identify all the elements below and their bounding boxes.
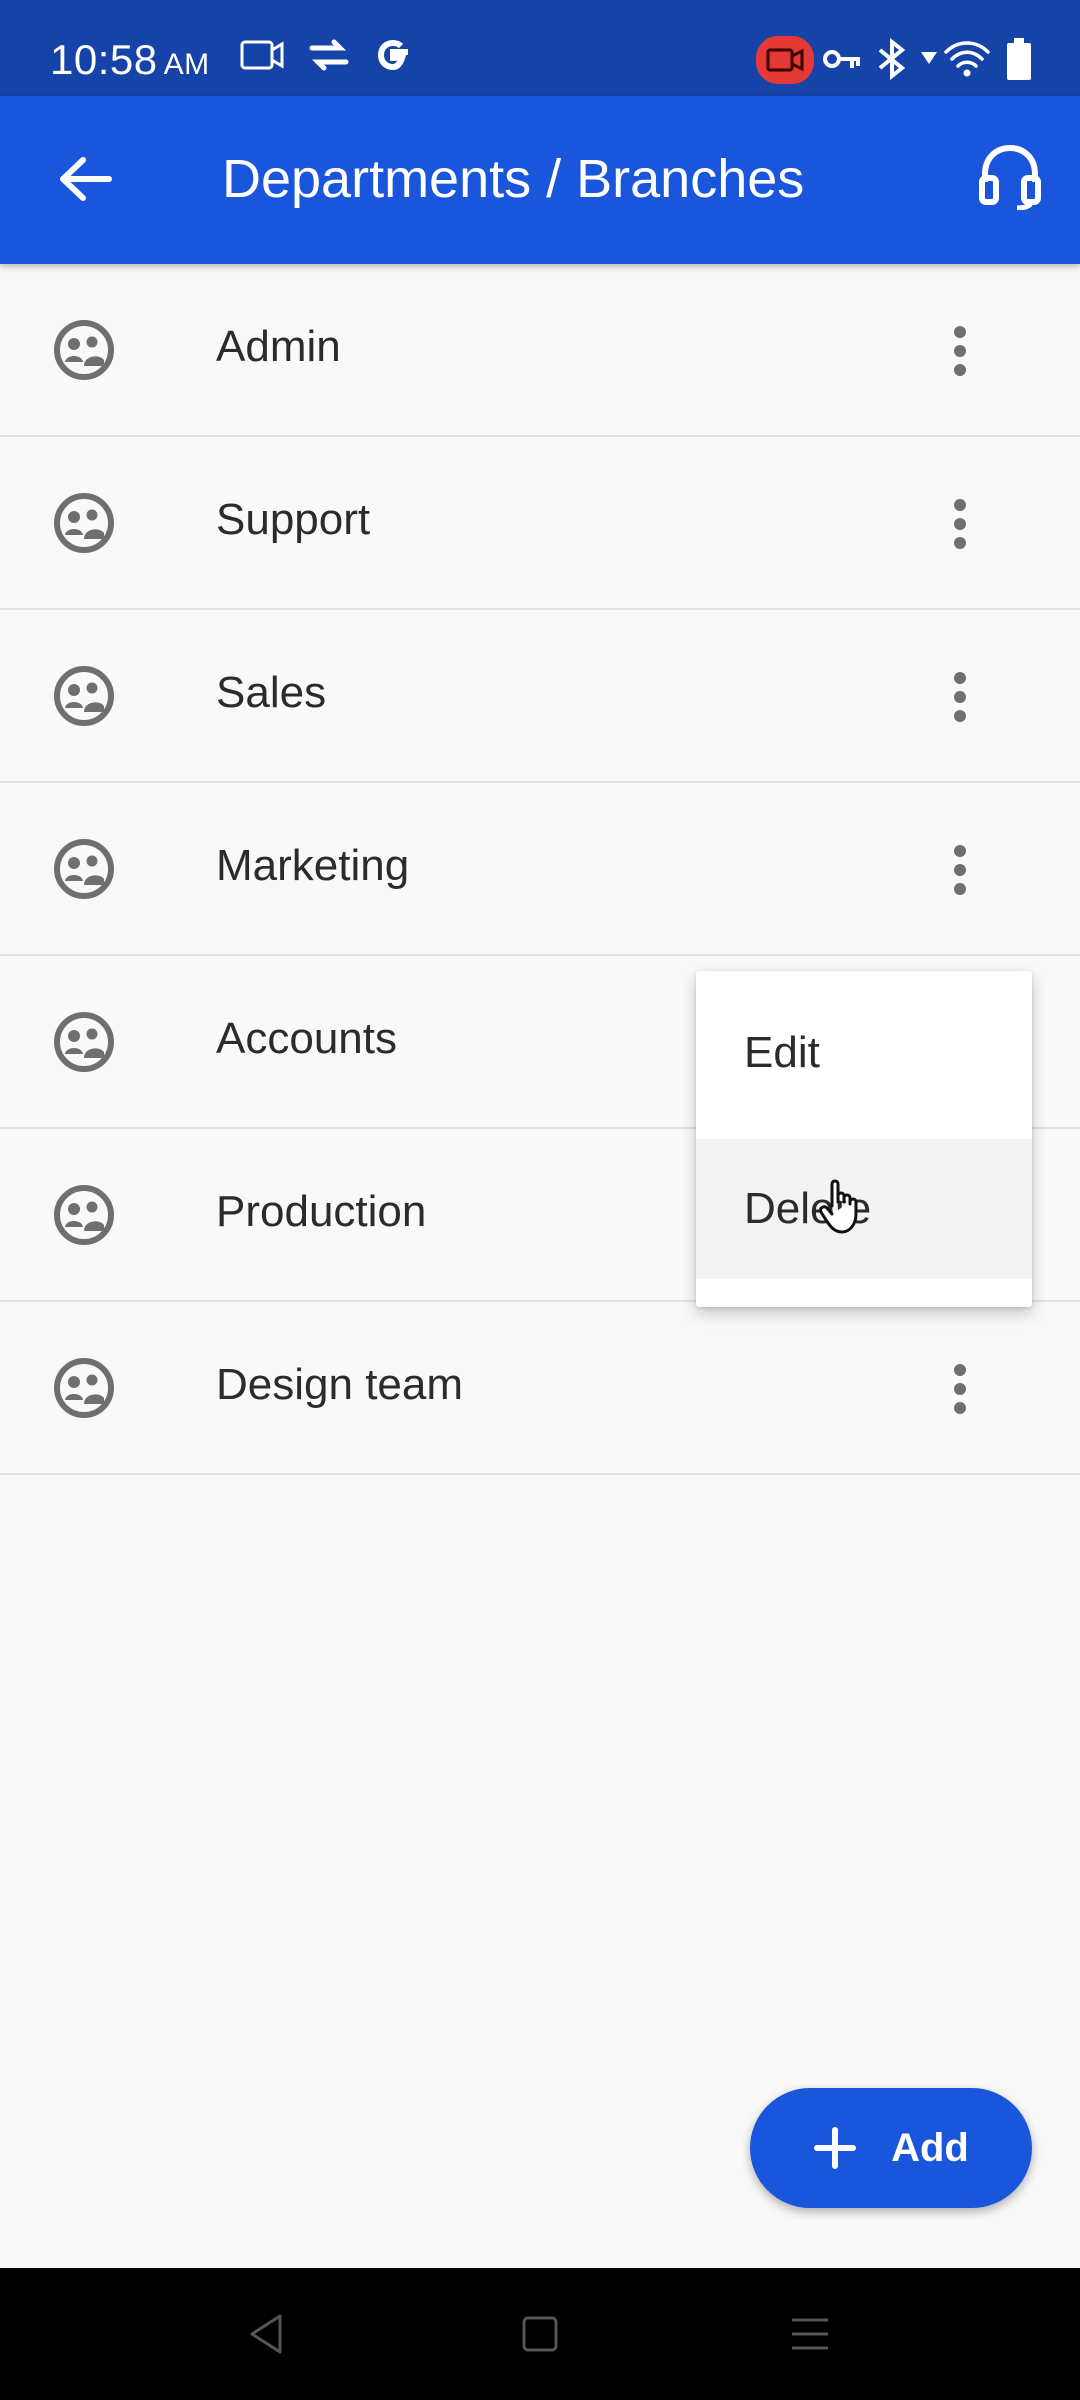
department-group-icon <box>54 1185 114 1245</box>
context-menu: Edit Delete <box>696 971 1032 1307</box>
plus-icon <box>814 2127 857 2169</box>
nav-recents-button[interactable] <box>780 2308 840 2360</box>
add-button-label: Add <box>891 2125 969 2170</box>
signal-arrow-icon <box>921 52 937 64</box>
department-group-icon <box>54 666 114 726</box>
nav-home-button[interactable] <box>510 2308 570 2360</box>
camera-recording-icon <box>756 36 814 84</box>
bluetooth-icon <box>878 38 906 80</box>
department-group-icon <box>54 493 114 553</box>
add-department-button[interactable]: Add <box>750 2088 1032 2208</box>
back-button[interactable] <box>40 134 130 224</box>
list-item-label: Admin <box>216 322 341 371</box>
back-triangle-icon <box>250 2314 282 2354</box>
google-icon <box>377 39 408 71</box>
menu-item-edit[interactable]: Edit <box>696 983 1032 1123</box>
list-item-support[interactable]: Support <box>0 437 1080 610</box>
list-item-design-team[interactable]: Design team <box>0 1302 1080 1475</box>
support-button[interactable] <box>970 132 1050 222</box>
list-item-label: Sales <box>216 668 327 717</box>
status-bar: 10:58 AM <box>0 0 1080 96</box>
more-options-button[interactable] <box>930 660 990 734</box>
system-nav-bar <box>0 2268 1080 2400</box>
list-item-admin[interactable]: Admin <box>0 264 1080 437</box>
more-options-button[interactable] <box>930 833 990 907</box>
more-vert-icon <box>954 845 966 895</box>
list-item-label: Accounts <box>216 1014 397 1063</box>
more-options-button[interactable] <box>930 1352 990 1426</box>
department-group-icon <box>54 1358 114 1418</box>
list-item-label: Production <box>216 1187 427 1236</box>
arrow-left-icon <box>60 157 112 201</box>
vpn-key-icon <box>823 50 860 68</box>
department-group-icon <box>54 839 114 899</box>
department-group-icon <box>54 320 114 380</box>
home-square-icon <box>522 2316 558 2352</box>
more-vert-icon <box>954 499 966 549</box>
more-vert-icon <box>954 326 966 376</box>
recents-menu-icon <box>792 2318 828 2350</box>
more-options-button[interactable] <box>930 487 990 561</box>
battery-icon <box>1007 38 1031 80</box>
more-vert-icon <box>954 1364 966 1414</box>
hand-pointer-icon <box>819 1179 858 1234</box>
list-item-label: Marketing <box>216 841 410 890</box>
app-bar: Departments / Branches <box>0 96 1080 264</box>
list-item-label: Design team <box>216 1360 464 1409</box>
list-item-marketing[interactable]: Marketing <box>0 783 1080 956</box>
page-title: Departments / Branches <box>222 149 805 209</box>
screen-record-icon <box>240 40 284 70</box>
more-options-button[interactable] <box>930 314 990 388</box>
sync-icon <box>309 39 349 71</box>
headset-icon <box>979 144 1041 210</box>
nav-back-button[interactable] <box>236 2308 296 2360</box>
wifi-icon <box>944 41 990 77</box>
department-group-icon <box>54 1012 114 1072</box>
status-time: 10:58 AM <box>50 36 210 83</box>
list-item-sales[interactable]: Sales <box>0 610 1080 783</box>
list-item-label: Support <box>216 495 371 544</box>
more-vert-icon <box>954 672 966 722</box>
